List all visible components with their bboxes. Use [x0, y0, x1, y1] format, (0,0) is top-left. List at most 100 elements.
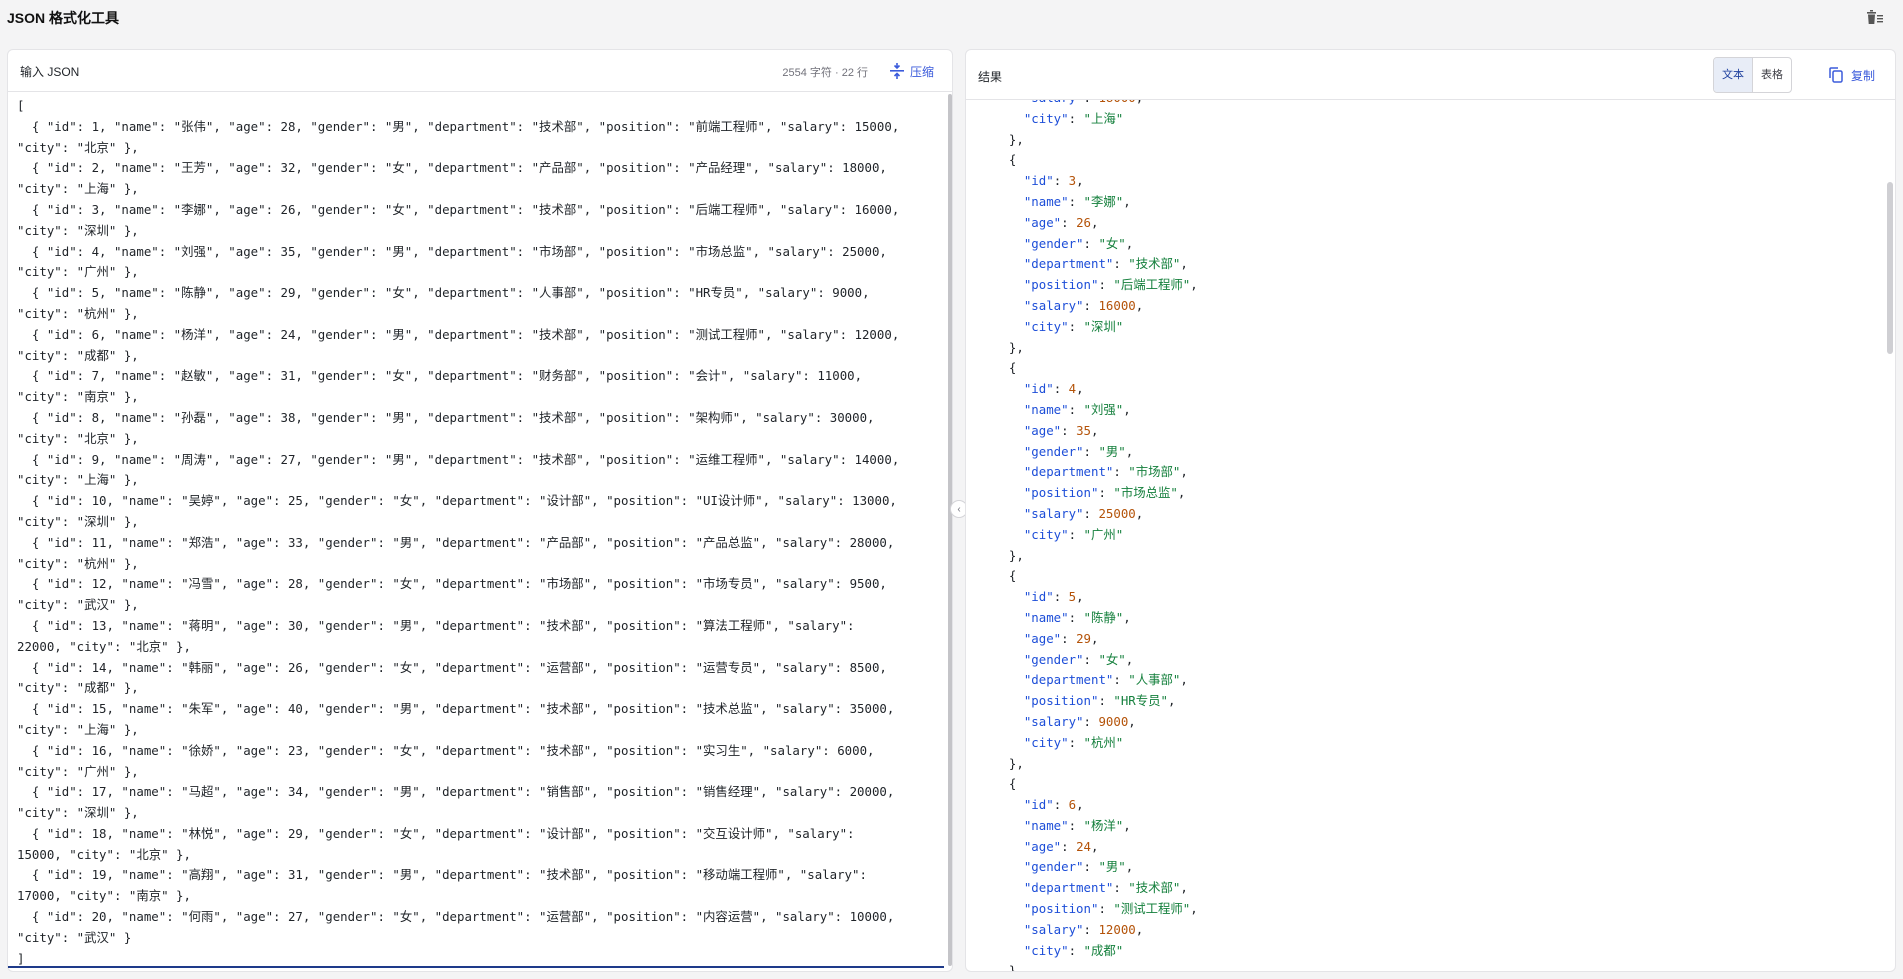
- json-punctuation: ,: [1076, 173, 1084, 189]
- result-line: "department": "人事部",: [994, 670, 1886, 691]
- result-line: "id": 3,: [994, 171, 1886, 192]
- input-scrollbar[interactable]: [948, 94, 952, 966]
- editor-line: "city": "广州" },: [17, 264, 139, 280]
- json-punctuation: :: [1068, 609, 1084, 625]
- json-number: 18000: [1098, 100, 1135, 105]
- copy-button[interactable]: 复制: [1829, 65, 1875, 85]
- json-punctuation: },: [994, 755, 1024, 771]
- json-string: "后端工程师": [1113, 277, 1191, 293]
- formatted-output[interactable]: "salary": 18000, "city": "上海" }, { "id":…: [966, 100, 1886, 971]
- json-key: "department": [1023, 672, 1114, 688]
- json-punctuation: ,: [1091, 838, 1099, 854]
- json-punctuation: ,: [1076, 381, 1084, 397]
- json-key: "age": [1023, 838, 1062, 854]
- json-string: "李娜": [1083, 193, 1124, 209]
- json-punctuation: {: [994, 152, 1017, 168]
- json-string: "杭州": [1083, 734, 1124, 750]
- json-punctuation: :: [1061, 838, 1077, 854]
- json-punctuation: :: [1068, 526, 1084, 542]
- json-punctuation: {: [994, 776, 1017, 792]
- clear-button[interactable]: [1865, 8, 1885, 26]
- json-punctuation: [994, 839, 1024, 854]
- json-number: 25000: [1098, 505, 1136, 521]
- result-line: "age": 26,: [994, 213, 1886, 234]
- json-key: "department": [1023, 256, 1114, 272]
- json-punctuation: :: [1061, 422, 1077, 438]
- result-line: "id": 6,: [994, 795, 1886, 816]
- json-punctuation: :: [1083, 235, 1099, 251]
- json-punctuation: [994, 319, 1024, 334]
- json-punctuation: [994, 527, 1024, 542]
- json-punctuation: ,: [1135, 297, 1144, 313]
- editor-line: { "id": 2, "name": "王芳", "age": 32, "gen…: [17, 160, 887, 176]
- json-punctuation: :: [1068, 817, 1084, 833]
- json-punctuation: :: [1098, 485, 1114, 501]
- result-line: "department": "市场部",: [994, 462, 1886, 483]
- json-number: 16000: [1098, 297, 1136, 313]
- json-punctuation: :: [1083, 651, 1099, 667]
- result-line: "salary": 9000,: [994, 712, 1886, 733]
- compress-button[interactable]: 压缩: [889, 61, 934, 81]
- editor-line: { "id": 5, "name": "陈静", "age": 29, "gen…: [17, 285, 870, 301]
- json-punctuation: ,: [1180, 464, 1188, 480]
- json-key: "position": [1023, 901, 1099, 917]
- result-line: {: [994, 358, 1886, 379]
- json-punctuation: [994, 423, 1024, 438]
- json-punctuation: [994, 901, 1024, 916]
- result-scrollbar[interactable]: [1887, 182, 1893, 354]
- json-key: "gender": [1023, 443, 1084, 459]
- result-line: "salary": 16000,: [994, 296, 1886, 317]
- view-mode-text[interactable]: 文本: [1714, 58, 1753, 92]
- json-input-editor[interactable]: [ { "id": 1, "name": "张伟", "age": 28, "g…: [8, 92, 944, 968]
- view-mode-table[interactable]: 表格: [1753, 58, 1791, 92]
- json-punctuation: ,: [1168, 693, 1176, 709]
- editor-line: { "id": 6, "name": "杨洋", "age": 24, "gen…: [17, 326, 900, 342]
- result-line: "name": "杨洋",: [994, 816, 1886, 837]
- json-key: "city": [1023, 318, 1069, 334]
- result-line: "position": "HR专员",: [994, 691, 1886, 712]
- json-punctuation: [994, 922, 1024, 937]
- json-punctuation: ,: [1180, 672, 1188, 688]
- compress-label: 压缩: [909, 64, 934, 79]
- editor-line: "city": "北京" },: [17, 139, 139, 155]
- result-line: "gender": "女",: [994, 234, 1886, 255]
- json-key: "position": [1023, 693, 1099, 709]
- json-punctuation: [994, 256, 1024, 271]
- json-string: "女": [1098, 235, 1126, 251]
- json-string: "男": [1098, 859, 1126, 875]
- json-punctuation: ,: [1135, 505, 1144, 521]
- result-line: },: [994, 338, 1886, 359]
- json-number: 12000: [1098, 921, 1136, 937]
- editor-line: "city": "成都" },: [17, 347, 139, 363]
- json-punctuation: :: [1083, 859, 1099, 875]
- json-punctuation: {: [994, 360, 1017, 376]
- result-line: "id": 5,: [994, 587, 1886, 608]
- json-punctuation: ,: [1125, 235, 1134, 251]
- editor-line: "city": "上海" },: [17, 721, 139, 737]
- char-line-count: 2554 字符 · 22 行: [782, 67, 868, 79]
- json-key: "salary": [1023, 297, 1084, 313]
- json-number: 5: [1068, 589, 1077, 605]
- json-punctuation: [994, 277, 1024, 292]
- json-key: "name": [1023, 193, 1069, 209]
- editor-line: { "id": 7, "name": "赵敏", "age": 31, "gen…: [17, 368, 863, 384]
- json-number: 26: [1076, 214, 1091, 230]
- json-punctuation: :: [1061, 630, 1077, 646]
- json-punctuation: :: [1113, 464, 1129, 480]
- json-string: "男": [1098, 443, 1126, 459]
- app-title: JSON 格式化工具: [7, 10, 120, 26]
- json-number: 29: [1076, 630, 1091, 646]
- editor-line: [: [17, 98, 25, 113]
- json-punctuation: [994, 693, 1024, 708]
- json-key: "id": [1023, 381, 1054, 397]
- editor-line: "city": "广州" },: [17, 763, 139, 779]
- json-punctuation: :: [1083, 505, 1099, 521]
- json-string: "技术部": [1128, 880, 1181, 896]
- json-punctuation: ,: [1180, 880, 1188, 896]
- json-punctuation: ,: [1190, 277, 1198, 293]
- json-punctuation: :: [1084, 100, 1099, 105]
- editor-line: { "id": 11, "name": "郑浩", "age": 33, "ge…: [17, 534, 895, 550]
- json-key: "city": [1023, 734, 1069, 750]
- json-punctuation: ,: [1136, 100, 1143, 105]
- json-punctuation: [994, 631, 1024, 646]
